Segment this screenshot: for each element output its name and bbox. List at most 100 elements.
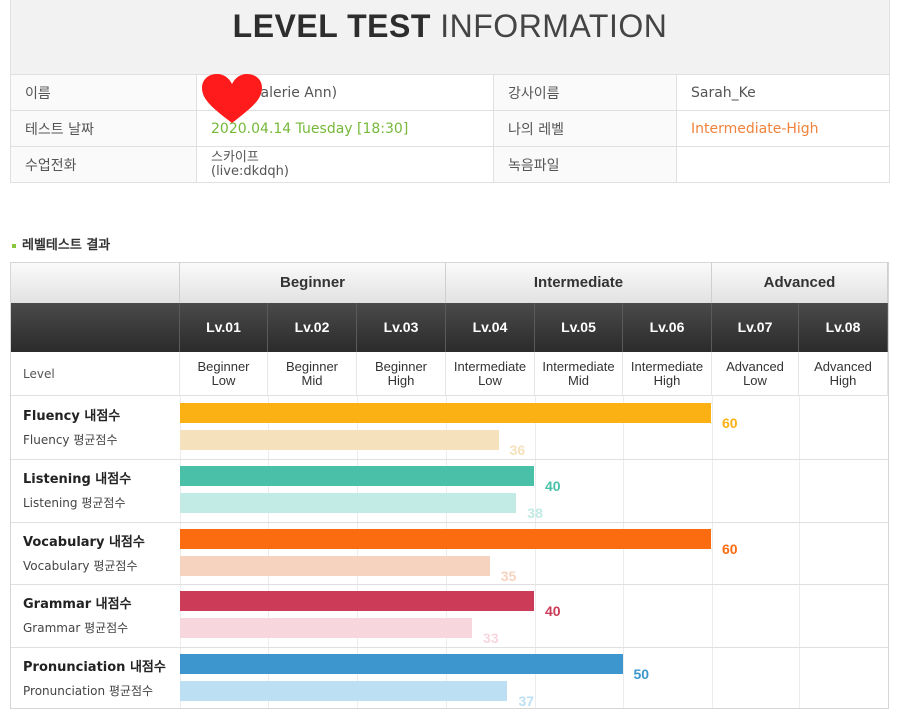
level-name: Intermediate High xyxy=(623,352,712,396)
page-title: LEVEL TEST INFORMATION xyxy=(11,8,889,45)
phone-label: 수업전화 xyxy=(10,146,197,183)
avg-score-value: 33 xyxy=(483,630,499,646)
avg-score-label: Vocabulary 평균점수 xyxy=(23,559,138,573)
level-name: Intermediate Mid xyxy=(535,352,623,396)
my-score-value: 40 xyxy=(545,478,561,494)
level-name-line2: Mid xyxy=(568,373,589,388)
result-grid: Level Beginner Intermediate Advanced Lv.01 B… xyxy=(10,262,889,709)
row-divider xyxy=(11,647,888,648)
my-score-bar xyxy=(180,654,623,674)
level-name-line2: Low xyxy=(743,373,767,388)
my-score-bar xyxy=(180,403,711,423)
band-header: Advanced xyxy=(712,263,888,303)
phone-value-line2: (live:dkdqh) xyxy=(211,163,289,179)
avg-score-bar xyxy=(180,556,490,576)
band-header: Beginner xyxy=(180,263,446,303)
avg-score-bar xyxy=(180,493,517,513)
my-score-bar xyxy=(180,591,534,611)
avg-score-value: 38 xyxy=(527,505,543,521)
level-name-line1: Advanced xyxy=(726,359,784,374)
my-score-label: Grammar 내점수 xyxy=(23,597,132,612)
level-name-line1: Beginner xyxy=(285,359,339,374)
info-row-name: 이름 Valerie Ann) 강사이름 Sarah_Ke xyxy=(10,74,890,111)
level-code: Lv.08 xyxy=(799,303,888,352)
level-corner xyxy=(11,303,180,352)
info-row-phone: 수업전화 스카이프 (live:dkdqh) 녹음파일 xyxy=(10,146,890,183)
section-title: 레벨테스트 결과 xyxy=(12,234,110,253)
avg-score-bar xyxy=(180,681,508,701)
grid-column-line xyxy=(623,396,624,708)
level-name-line2: Low xyxy=(478,373,502,388)
avg-score-value: 35 xyxy=(500,568,517,584)
level-name-line1: Beginner xyxy=(374,359,428,374)
my-score-value: 60 xyxy=(722,415,738,431)
my-score-bar xyxy=(180,466,534,486)
my-score-label: Vocabulary 내점수 xyxy=(23,535,145,550)
date-label: 테스트 날짜 xyxy=(10,110,197,147)
avg-score-label: Fluency 평균점수 xyxy=(23,433,118,447)
avg-score-value: 36 xyxy=(509,442,526,458)
grid-column-line xyxy=(712,396,713,708)
level-name-line2: Low xyxy=(211,373,236,388)
level-name-line2: Mid xyxy=(301,373,323,388)
header-panel: LEVEL TEST INFORMATION xyxy=(10,0,890,74)
avg-score-bar xyxy=(180,618,473,638)
avg-score-label: Listening 평균점수 xyxy=(23,496,126,510)
phone-value-line1: 스카이프 xyxy=(211,149,259,165)
level-code: Lv.06 xyxy=(623,303,712,352)
name-label: 이름 xyxy=(10,74,197,111)
level-name-line1: Intermediate xyxy=(453,359,527,374)
level-name: Beginner High xyxy=(357,352,446,396)
page-title-light: INFORMATION xyxy=(440,8,668,44)
row-divider xyxy=(11,522,888,523)
page-title-bold: LEVEL TEST xyxy=(232,8,431,44)
phone-value: 스카이프 (live:dkdqh) xyxy=(196,146,494,183)
level-name-line2: High xyxy=(653,373,681,388)
level-name: Beginner Mid xyxy=(268,352,357,396)
info-row-date: 테스트 날짜 2020.04.14 Tuesday [18:30] 나의 레벨 … xyxy=(10,110,890,147)
bullet-icon xyxy=(12,243,16,248)
avg-score-value: 37 xyxy=(518,693,535,709)
my-score-label: Listening 내점수 xyxy=(23,472,132,487)
level-name-line2: High xyxy=(829,373,857,388)
band-header: Intermediate xyxy=(446,263,712,303)
level-code: Lv.05 xyxy=(535,303,623,352)
avg-score-label: Grammar 평균점수 xyxy=(23,621,129,635)
info-table: 이름 Valerie Ann) 강사이름 Sarah_Ke 테스트 날짜 202… xyxy=(10,74,890,183)
level-name-line1: Intermediate xyxy=(542,359,615,374)
band-corner xyxy=(11,263,180,303)
level-name: Advanced Low xyxy=(712,352,799,396)
level-name: Beginner Low xyxy=(180,352,268,396)
level-code: Lv.03 xyxy=(357,303,446,352)
level-name-line1: Advanced xyxy=(814,359,872,374)
level-code: Lv.01 xyxy=(180,303,268,352)
section-title-text: 레벨테스트 결과 xyxy=(22,238,111,253)
level-row-label: Level xyxy=(23,367,55,381)
my-score-value: 40 xyxy=(545,603,561,619)
level-test-page: LEVEL TEST INFORMATION 이름 Valerie Ann) 강… xyxy=(0,0,910,724)
teacher-label: 강사이름 xyxy=(493,74,677,111)
my-score-value: 50 xyxy=(633,666,650,682)
row-divider xyxy=(11,584,888,585)
recording-label: 녹음파일 xyxy=(493,146,677,183)
level-code: Lv.07 xyxy=(712,303,799,352)
row-divider xyxy=(11,459,888,460)
teacher-value: Sarah_Ke xyxy=(676,74,890,111)
level-name-line1: Intermediate xyxy=(630,359,704,374)
level-code: Lv.02 xyxy=(268,303,357,352)
level-name: Advanced High xyxy=(799,352,888,396)
grid-column-line xyxy=(799,396,800,708)
my-score-label: Fluency 내점수 xyxy=(23,409,121,424)
level-name: Intermediate Low xyxy=(446,352,535,396)
heart-icon xyxy=(202,74,262,123)
my-score-label: Pronunciation 내점수 xyxy=(23,660,166,675)
recording-link[interactable] xyxy=(676,146,890,183)
level-name-line1: Beginner xyxy=(197,359,250,374)
level-label: 나의 레벨 xyxy=(493,110,677,147)
my-score-bar xyxy=(180,529,711,549)
level-code: Lv.04 xyxy=(446,303,535,352)
avg-score-bar xyxy=(180,430,499,450)
my-score-value: 60 xyxy=(722,541,738,557)
level-name-line2: High xyxy=(387,373,415,388)
avg-score-label: Pronunciation 평균점수 xyxy=(23,684,154,698)
